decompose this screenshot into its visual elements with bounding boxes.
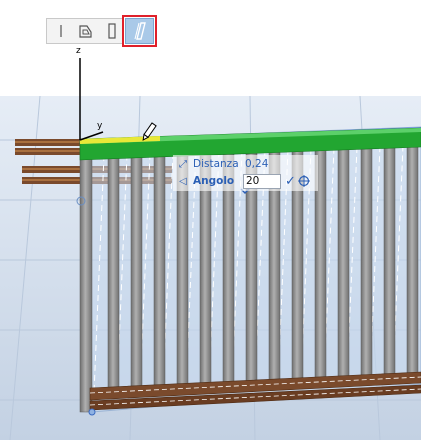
angle-icon: ◁ <box>179 175 187 187</box>
angle-row: ◁ Angolo ✓ <box>173 173 310 189</box>
confirm-check-icon[interactable]: ✓ <box>285 174 296 189</box>
line-icon <box>60 25 62 37</box>
z-axis-label: z <box>76 46 81 56</box>
distance-arrow-icon: ⤢ <box>179 158 187 170</box>
distance-value[interactable]: 0,24 <box>245 158 268 170</box>
y-axis-label: y <box>97 121 103 131</box>
railing-post[interactable] <box>360 144 373 386</box>
slant-tool-button[interactable] <box>122 15 157 47</box>
tracker-panel: ⤢ Distanza 0,24 ◁ Angolo ✓ <box>173 155 318 191</box>
target-icon[interactable] <box>297 175 310 187</box>
railing-post[interactable] <box>153 151 166 396</box>
railing-post[interactable] <box>383 143 396 385</box>
railing-post[interactable] <box>337 145 350 387</box>
railing-post[interactable] <box>406 143 419 383</box>
slant-icon <box>134 22 146 40</box>
line-tool-button[interactable] <box>48 18 74 44</box>
corner-post[interactable] <box>79 141 93 413</box>
distance-label: Distanza <box>193 158 239 170</box>
distance-row: ⤢ Distanza 0,24 <box>173 156 268 172</box>
angle-label: Angolo <box>193 175 235 187</box>
railing-post[interactable] <box>107 152 120 398</box>
angle-input[interactable] <box>243 173 281 189</box>
pet-palette <box>46 15 157 47</box>
railing-post[interactable] <box>130 152 143 397</box>
shape-icon <box>79 25 92 38</box>
3d-viewport[interactable] <box>0 0 421 440</box>
bottom-hotspot[interactable] <box>88 408 96 416</box>
shape-tool-button[interactable] <box>72 18 98 44</box>
rect-icon <box>108 23 116 39</box>
slant-tool-highlight <box>125 18 154 44</box>
